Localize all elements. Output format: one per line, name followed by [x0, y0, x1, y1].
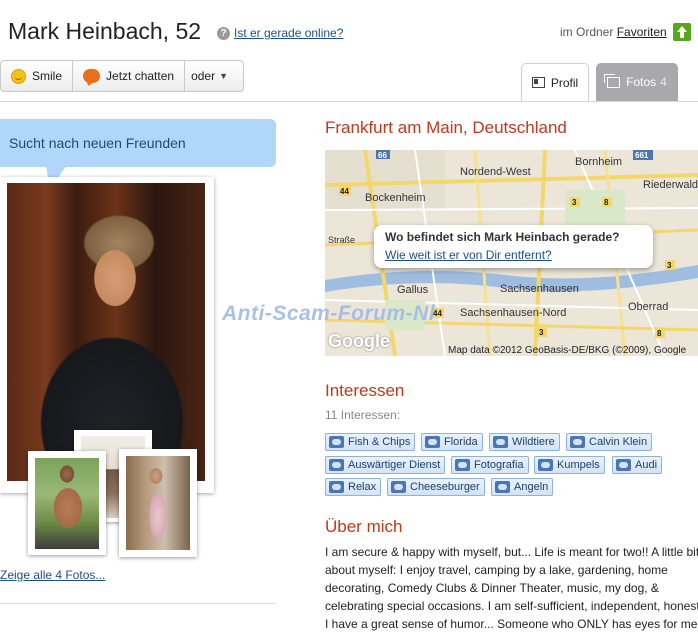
car-icon: [616, 459, 631, 471]
food-icon: [391, 481, 406, 493]
tab-fotos-count: 4: [660, 75, 667, 89]
action-bar: Smile Jetzt chatten oder ▼: [0, 60, 244, 92]
chat-label: Jetzt chatten: [106, 69, 175, 83]
tab-profil-label: Profil: [550, 75, 579, 90]
map-label-sachsenhausen: Sachsenhausen: [500, 283, 579, 295]
interest-tag-wildtiere[interactable]: Wildtiere: [489, 433, 560, 451]
interest-label: Audi: [635, 459, 658, 471]
map-label-strasse: Straße: [328, 235, 355, 245]
briefcase-icon: [329, 459, 344, 471]
photo-thumbnail-1-image: [35, 458, 99, 549]
map-label-oberrad: Oberrad: [628, 301, 668, 313]
tab-fotos[interactable]: Fotos 4: [596, 63, 678, 101]
interests-count: 11 Interessen:: [325, 408, 401, 422]
profile-card-icon: [531, 77, 545, 88]
favorites-link[interactable]: Favoriten: [617, 25, 667, 39]
globe-icon: [425, 436, 440, 448]
tab-fotos-label: Fotos: [626, 75, 657, 89]
map-label-riederwald: Riederwald: [643, 179, 698, 191]
interests-title: Interessen: [325, 381, 405, 400]
interest-tag-auswaertiger-dienst[interactable]: Auswärtiger Dienst: [325, 456, 446, 474]
chat-bubble-icon: [83, 69, 101, 83]
about-line: I am secure & happy with myself, but... …: [325, 545, 698, 559]
map-label-bockenheim: Bockenheim: [365, 192, 426, 204]
food-icon: [329, 436, 344, 448]
location-title: Frankfurt am Main, Deutschland: [325, 118, 567, 137]
interest-label: Auswärtiger Dienst: [348, 459, 441, 471]
smile-icon: [11, 68, 26, 84]
interest-tag-florida[interactable]: Florida: [421, 433, 483, 451]
road-number-3-a: 3: [572, 198, 577, 207]
map-label-nordend-west: Nordend-West: [460, 166, 531, 178]
about-line: celebrating special occasions. I am self…: [325, 599, 698, 613]
fishing-icon: [495, 481, 510, 493]
animal-icon: [493, 436, 508, 448]
interest-label: Fish & Chips: [348, 436, 411, 448]
map-label-bornheim: Bornheim: [575, 156, 622, 168]
map-credits: Map data ©2012 GeoBasis-DE/BKG (©2009), …: [448, 345, 687, 356]
help-icon[interactable]: ?: [217, 27, 230, 40]
road-number-44-a: 44: [340, 187, 349, 196]
interest-tag-angeln[interactable]: Angeln: [491, 478, 554, 496]
interest-tag-cheeseburger[interactable]: Cheeseburger: [387, 478, 485, 496]
interest-tag-fotografia[interactable]: Fotografia: [451, 456, 529, 474]
chevron-down-icon: ▼: [219, 71, 229, 81]
folder-info: im Ordner Favoriten: [560, 25, 667, 39]
online-status-link[interactable]: Ist er gerade online?: [234, 26, 343, 40]
map-popup-title: Wo befindet sich Mark Heinbach gerade?: [385, 230, 620, 244]
photos-icon: [604, 73, 621, 88]
interest-label: Angeln: [514, 481, 549, 493]
interest-label: Cheeseburger: [410, 481, 480, 493]
camera-icon: [455, 459, 470, 471]
watermark: Anti-Scam-Forum-Nl: [222, 302, 436, 325]
interest-label: Fotografia: [474, 459, 524, 471]
about-line: decorating, Comedy Clubs & Dinner Theate…: [325, 581, 659, 595]
about-title: Über mich: [325, 517, 403, 536]
left-column-divider: [0, 603, 276, 604]
interest-label: Relax: [348, 481, 377, 493]
friends-icon: [538, 459, 553, 471]
photo-thumbnail-3-image: [126, 456, 190, 550]
more-actions-dropdown[interactable]: oder ▼: [185, 61, 234, 91]
distance-link[interactable]: Wie weit ist er von Dir entfernt?: [385, 248, 552, 262]
interest-tag-kumpels[interactable]: Kumpels: [534, 456, 605, 474]
interest-label: Calvin Klein: [589, 436, 648, 448]
road-number-8-b: 8: [657, 329, 662, 338]
interest-label: Wildtiere: [512, 436, 555, 448]
road-number-66: 66: [378, 151, 387, 160]
ring-icon: [570, 436, 585, 448]
road-number-3-c: 3: [667, 261, 672, 270]
map-label-gallus: Gallus: [397, 284, 429, 296]
folder-prefix: im Ordner: [560, 25, 614, 39]
arrow-up-icon: [677, 26, 687, 38]
chat-button[interactable]: Jetzt chatten: [73, 61, 186, 91]
smile-button[interactable]: Smile: [1, 61, 74, 91]
interest-label: Kumpels: [557, 459, 600, 471]
about-line: I have a great sense of humor... Someone…: [325, 617, 698, 631]
interest-tag-relax[interactable]: Relax: [325, 478, 382, 496]
about-text: I am secure & happy with myself, but... …: [325, 543, 698, 633]
more-label: oder: [191, 69, 216, 83]
show-all-photos-link[interactable]: Zeige alle 4 Fotos...: [0, 568, 105, 582]
interest-tag-audi[interactable]: Audi: [612, 456, 663, 474]
smile-label: Smile: [32, 69, 63, 83]
interest-tag-fish-chips[interactable]: Fish & Chips: [325, 433, 416, 451]
header-divider: [0, 101, 698, 102]
road-number-3-b: 3: [539, 328, 544, 337]
relax-icon: [329, 481, 344, 493]
status-bubble: Sucht nach neuen Freunden: [0, 119, 276, 167]
upload-arrow-button[interactable]: [673, 23, 691, 41]
map-label-sachsenhausen-nord: Sachsenhausen-Nord: [460, 307, 566, 319]
road-number-8-a: 8: [604, 198, 609, 207]
google-logo[interactable]: Google: [328, 331, 390, 352]
profile-name: Mark Heinbach, 52: [8, 18, 202, 44]
road-number-661: 661: [635, 151, 649, 160]
tab-profil[interactable]: Profil: [521, 63, 589, 101]
interest-tag-calvin-klein[interactable]: Calvin Klein: [566, 433, 653, 451]
about-line: about myself: I enjoy travel, camping by…: [325, 563, 668, 577]
interest-label: Florida: [444, 436, 478, 448]
